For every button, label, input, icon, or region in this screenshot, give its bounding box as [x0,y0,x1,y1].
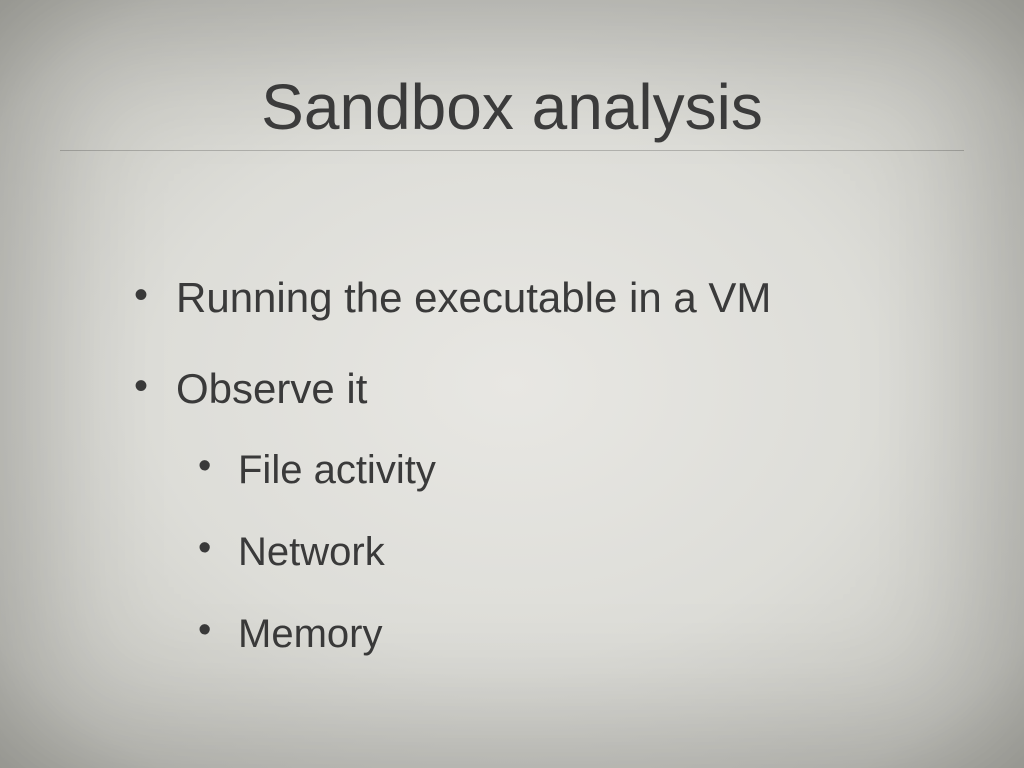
slide-container: Sandbox analysis Running the executable … [0,0,1024,768]
list-item-text: Running the executable in a VM [176,274,771,321]
list-item: Memory [184,608,964,660]
list-item: Running the executable in a VM [120,271,964,326]
bullet-list-level1: Running the executable in a VM Observe i… [120,271,964,660]
list-item-text: Memory [238,612,382,656]
list-item: Network [184,526,964,578]
list-item-text: Observe it [176,365,367,412]
list-item: File activity [184,444,964,496]
title-divider [60,150,964,151]
slide-content: Running the executable in a VM Observe i… [60,271,964,660]
list-item: Observe it File activity Network Memory [120,362,964,661]
list-item-text: File activity [238,448,436,492]
slide-title: Sandbox analysis [60,70,964,144]
list-item-text: Network [238,530,385,574]
bullet-list-level2: File activity Network Memory [176,444,964,660]
